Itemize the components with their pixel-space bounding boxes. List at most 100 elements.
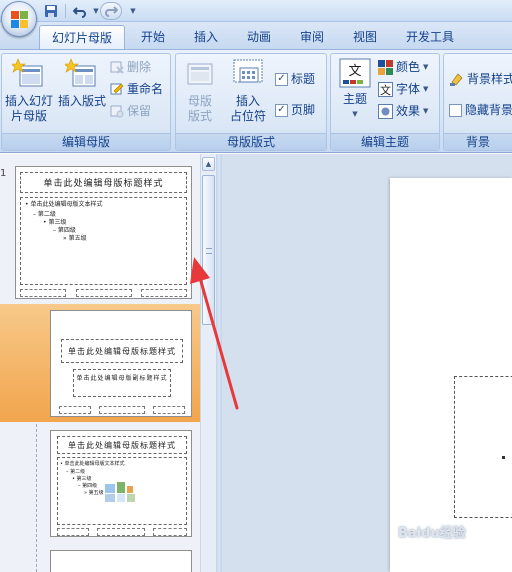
workspace: 1 单击此处编辑母版标题样式 • 单击此处编辑母版文本样式 – 第二级 • 第三…	[0, 154, 512, 572]
rename-label: 重命名	[127, 82, 164, 96]
qat-separator	[65, 4, 66, 18]
slide-canvas[interactable]	[390, 178, 512, 572]
fonts-dropdown-icon: ▼	[423, 85, 429, 93]
background-styles-icon	[450, 73, 463, 86]
content-layout-number-placeholder	[153, 528, 187, 536]
colors-button[interactable]: 颜色 ▼	[378, 58, 428, 76]
effects-icon	[378, 103, 393, 119]
save-icon[interactable]	[42, 2, 60, 20]
watermark: Baidu经验	[398, 526, 466, 541]
fonts-button[interactable]: 文 字体 ▼	[378, 80, 428, 98]
group-master-layout: 母版 版式 插入 占位符 ✓ 标题 ✓ 页脚 母版版式	[175, 53, 327, 151]
hide-background-label: 隐藏背景	[465, 103, 512, 117]
title-checkbox[interactable]: ✓ 标题	[275, 70, 315, 88]
preserve-label: 保留	[127, 104, 152, 118]
background-styles-button[interactable]: 背景样式	[449, 70, 512, 88]
svg-text:文: 文	[348, 64, 361, 79]
master-slide-thumbnail[interactable]: 单击此处编辑母版标题样式 • 单击此处编辑母版文本样式 – 第二级 • 第三级 …	[15, 166, 192, 299]
content-layout-date-placeholder	[57, 528, 89, 536]
theme-button[interactable]: 文 主题 ▼	[335, 58, 375, 122]
insert-layout-label: 插入版式	[57, 94, 106, 108]
hide-background-checkbox[interactable]: 隐藏背景	[449, 101, 512, 119]
fonts-label: 字体	[396, 82, 421, 96]
hide-background-checkbox-box[interactable]	[449, 103, 462, 117]
title-layout-footer-placeholder	[99, 406, 145, 414]
customize-qat-icon[interactable]: ▼	[126, 2, 140, 20]
preserve-icon	[110, 105, 124, 118]
insert-slide-master-button[interactable]: 插入幻灯 片母版	[3, 58, 55, 124]
tab-insert[interactable]: 插入	[184, 25, 228, 49]
master-level-2: – 第二级	[33, 211, 56, 218]
delete-button[interactable]: 删除	[110, 58, 151, 76]
group-label-background: 背景	[444, 133, 512, 150]
content-level-1: • 单击此处编辑母版文本样式	[60, 461, 125, 467]
footer-checkbox-box[interactable]: ✓	[275, 103, 288, 117]
delete-icon	[110, 61, 124, 74]
insert-slide-master-label: 插入幻灯 片母版	[4, 94, 53, 123]
content-level-5: » 第五级	[84, 490, 104, 496]
undo-dropdown-icon[interactable]: ▼	[92, 2, 100, 20]
rename-button[interactable]: 重命名	[110, 80, 163, 98]
insert-layout-button[interactable]: 插入版式	[56, 58, 108, 109]
group-label-master-layout: 母版版式	[176, 133, 326, 150]
group-label-edit-master: 编辑母版	[2, 133, 170, 150]
effects-dropdown-icon: ▼	[423, 107, 429, 115]
scrollbar-grip-icon	[206, 248, 212, 254]
slide-number: 1	[0, 168, 7, 179]
effects-button[interactable]: 效果 ▼	[378, 102, 428, 120]
next-layout-thumbnail[interactable]	[50, 550, 192, 572]
master-footer-placeholder	[76, 289, 132, 297]
background-styles-label: 背景样式	[467, 72, 512, 86]
colors-icon	[378, 59, 393, 75]
tab-home[interactable]: 开始	[131, 25, 175, 49]
master-layout-button[interactable]: 母版 版式	[178, 58, 222, 124]
redo-icon[interactable]	[100, 2, 122, 20]
colors-dropdown-icon: ▼	[423, 63, 429, 71]
insert-placeholder-button[interactable]: 插入 占位符	[224, 58, 272, 124]
group-background: 背景样式 隐藏背景 背景	[443, 53, 512, 151]
ribbon: 插入幻灯 片母版 插入版式 删除 重命名 保留 编辑母版 母版 版式 插入 占位…	[0, 49, 512, 153]
master-body-placeholder: • 单击此处编辑母版文本样式 – 第二级 • 第三级 – 第四级 » 第五级	[20, 197, 187, 285]
title-layout-date-placeholder	[59, 406, 91, 414]
content-layout-thumbnail[interactable]: 单击此处编辑母版标题样式 • 单击此处编辑母版文本样式 – 第二级 • 第三级 …	[50, 430, 192, 537]
title-checkbox-label: 标题	[291, 72, 316, 86]
footer-checkbox[interactable]: ✓ 页脚	[275, 101, 315, 119]
content-layout-title-placeholder: 单击此处编辑母版标题样式	[57, 436, 187, 454]
master-level-1: • 单击此处编辑母版文本样式	[25, 201, 103, 208]
content-layout-footer-placeholder	[97, 528, 145, 536]
preserve-button[interactable]: 保留	[110, 102, 151, 120]
tab-view[interactable]: 视图	[343, 25, 387, 49]
thumbnail-scrollbar[interactable]: ▲	[200, 154, 216, 572]
tab-animations[interactable]: 动画	[237, 25, 281, 49]
svg-text:文: 文	[380, 83, 391, 97]
title-bar: ▼ ▼	[0, 0, 512, 22]
title-layout-thumbnail[interactable]: 单击此处编辑母版标题样式 单击此处编辑母版副标题样式	[50, 310, 192, 417]
scroll-up-icon[interactable]: ▲	[202, 157, 215, 171]
title-checkbox-box[interactable]: ✓	[275, 72, 288, 86]
rename-icon	[110, 83, 124, 95]
scrollbar-thumb[interactable]	[202, 175, 215, 325]
content-layout-body-placeholder: • 单击此处编辑母版文本样式 – 第二级 • 第三级 – 第四级 » 第五级	[57, 457, 187, 525]
insert-placeholder-icon	[232, 58, 264, 90]
content-insert-icons	[105, 482, 135, 502]
tab-developer[interactable]: 开发工具	[398, 25, 462, 49]
office-logo-icon	[11, 11, 28, 28]
quick-access-toolbar: ▼	[42, 2, 100, 20]
thumbnail-pane: 1 单击此处编辑母版标题样式 • 单击此处编辑母版文本样式 – 第二级 • 第三…	[0, 154, 216, 572]
insert-placeholder-label: 插入 占位符	[229, 94, 266, 123]
undo-icon[interactable]	[71, 2, 89, 20]
tab-review[interactable]: 审阅	[290, 25, 334, 49]
tab-slide-master[interactable]: 幻灯片母版	[39, 25, 125, 50]
master-layout-label: 母版 版式	[187, 94, 212, 123]
master-level-4: – 第四级	[53, 227, 76, 234]
office-button[interactable]	[1, 1, 37, 37]
group-edit-theme: 文 主题 ▼ 颜色 ▼ 文 字体 ▼ 效果 ▼ 编辑主题	[330, 53, 440, 151]
slide-editing-area	[222, 154, 512, 572]
master-number-placeholder	[141, 289, 187, 297]
canvas-handle	[502, 456, 505, 459]
master-level-5: » 第五级	[63, 235, 87, 242]
master-date-placeholder	[20, 289, 66, 297]
title-layout-number-placeholder	[153, 406, 185, 414]
group-edit-master: 插入幻灯 片母版 插入版式 删除 重命名 保留 编辑母版	[1, 53, 171, 151]
group-label-edit-theme: 编辑主题	[331, 133, 439, 150]
